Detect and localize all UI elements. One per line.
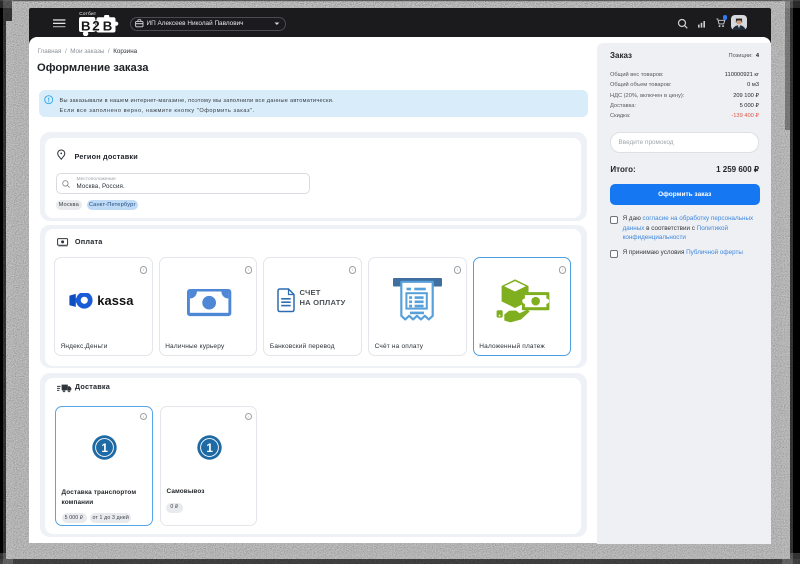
svg-text:1: 1: [102, 440, 109, 454]
svg-text:2: 2: [92, 19, 99, 34]
svg-text:В: В: [81, 19, 91, 34]
svg-text:1: 1: [206, 440, 213, 454]
svg-text:В: В: [103, 19, 113, 34]
svg-text:kassa: kassa: [97, 293, 134, 308]
